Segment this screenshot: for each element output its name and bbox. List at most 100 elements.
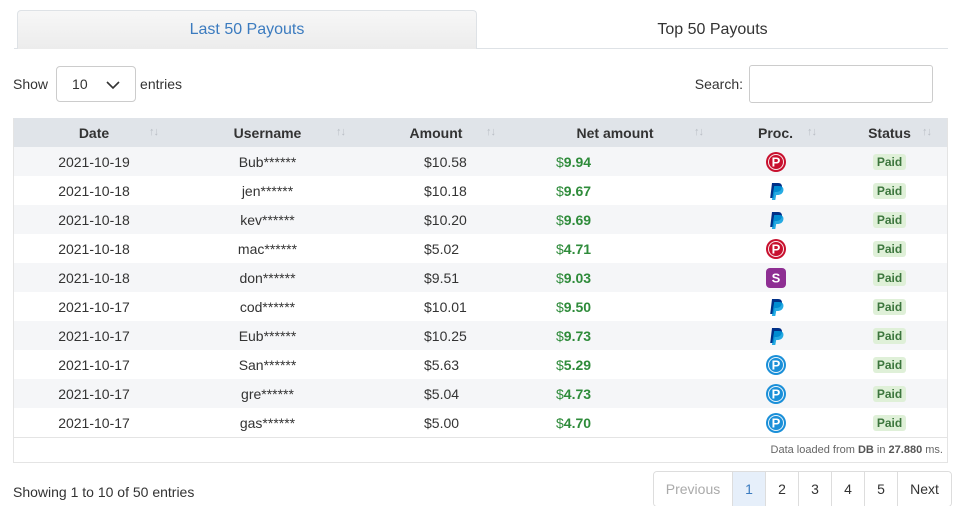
- cell-status: Paid: [832, 234, 947, 263]
- svg-text:P: P: [771, 241, 780, 256]
- entries-label: entries: [140, 76, 183, 92]
- table-row: 2021-10-17 cod****** $10.01 $9.50 Paid: [14, 292, 947, 321]
- cell-date: 2021-10-18: [14, 205, 174, 234]
- cell-status: Paid: [832, 205, 947, 234]
- cell-username: gas******: [174, 408, 361, 437]
- p-red-icon: P: [765, 151, 786, 172]
- table-row: 2021-10-18 kev****** $10.20 $9.69 Paid: [14, 205, 947, 234]
- status-badge: Paid: [872, 299, 907, 315]
- table-divider: [14, 437, 947, 438]
- sort-icon: ↑↓: [694, 126, 704, 138]
- column-header-username[interactable]: Username ↑↓: [174, 118, 361, 147]
- cell-date: 2021-10-18: [14, 263, 174, 292]
- sort-icon: ↑↓: [486, 126, 496, 138]
- status-badge: Paid: [872, 386, 907, 402]
- status-badge: Paid: [872, 154, 907, 170]
- cell-date: 2021-10-19: [14, 147, 174, 176]
- search-input[interactable]: [749, 65, 933, 103]
- svg-text:P: P: [771, 357, 780, 372]
- status-badge: Paid: [872, 270, 907, 286]
- paypal-icon: [766, 181, 786, 200]
- page-button-1[interactable]: 1: [732, 472, 765, 506]
- cell-amount: $10.58: [361, 147, 511, 176]
- cell-processor: P: [719, 350, 832, 379]
- tab-top-50-payouts[interactable]: Top 50 Payouts: [477, 10, 948, 49]
- cell-amount: $5.04: [361, 379, 511, 408]
- status-badge: Paid: [872, 415, 907, 431]
- table-header-row: Date ↑↓ Username ↑↓ Amount ↑↓ Net amount ↑↓ …: [14, 118, 947, 147]
- column-header-amount[interactable]: Amount ↑↓: [361, 118, 511, 147]
- cell-date: 2021-10-18: [14, 234, 174, 263]
- column-header-date[interactable]: Date ↑↓: [14, 118, 174, 147]
- status-badge: Paid: [872, 183, 907, 199]
- cell-date: 2021-10-17: [14, 379, 174, 408]
- cell-amount: $5.00: [361, 408, 511, 437]
- p-red-icon: P: [765, 238, 786, 259]
- cell-username: gre******: [174, 379, 361, 408]
- page-button-3[interactable]: 3: [798, 472, 831, 506]
- page-button-4[interactable]: 4: [831, 472, 864, 506]
- cell-username: Eub******: [174, 321, 361, 350]
- column-header-net-amount[interactable]: Net amount ↑↓: [511, 118, 719, 147]
- cell-net-amount: $4.73: [511, 379, 719, 408]
- cell-username: kev******: [174, 205, 361, 234]
- sort-icon: ↑↓: [922, 126, 932, 138]
- table-row: 2021-10-17 Eub****** $10.25 $9.73 Paid: [14, 321, 947, 350]
- cell-date: 2021-10-17: [14, 292, 174, 321]
- cell-net-amount: $9.67: [511, 176, 719, 205]
- search-label: Search:: [694, 76, 743, 92]
- cell-processor: S: [719, 263, 832, 292]
- cell-processor: [719, 292, 832, 321]
- previous-page-button[interactable]: Previous: [654, 472, 732, 506]
- cell-processor: P: [719, 379, 832, 408]
- status-badge: Paid: [872, 328, 907, 344]
- cell-status: Paid: [832, 176, 947, 205]
- table-row: 2021-10-19 Bub****** $10.58 $9.94 P Paid: [14, 147, 947, 176]
- cell-username: jen******: [174, 176, 361, 205]
- next-page-button[interactable]: Next: [897, 472, 951, 506]
- entries-length-control: Show 10 entries: [13, 66, 182, 102]
- cell-amount: $10.18: [361, 176, 511, 205]
- svg-text:P: P: [771, 154, 780, 169]
- cell-net-amount: $9.03: [511, 263, 719, 292]
- table-row: 2021-10-18 jen****** $10.18 $9.67 Paid: [14, 176, 947, 205]
- cell-processor: P: [719, 408, 832, 437]
- chevron-down-icon: [106, 81, 120, 90]
- payouts-table-container: Date ↑↓ Username ↑↓ Amount ↑↓ Net amount ↑↓ …: [13, 118, 948, 463]
- entries-select[interactable]: 10: [56, 66, 137, 102]
- cell-status: Paid: [832, 147, 947, 176]
- page-button-5[interactable]: 5: [864, 472, 897, 506]
- cell-net-amount: $5.29: [511, 350, 719, 379]
- cell-date: 2021-10-17: [14, 408, 174, 437]
- status-badge: Paid: [872, 241, 907, 257]
- cell-net-amount: $9.73: [511, 321, 719, 350]
- cell-status: Paid: [832, 379, 947, 408]
- cell-username: cod******: [174, 292, 361, 321]
- pagination: Previous 1 2 3 4 5 Next: [653, 471, 952, 506]
- cell-status: Paid: [832, 292, 947, 321]
- page-button-2[interactable]: 2: [765, 472, 798, 506]
- column-header-proc[interactable]: Proc. ↑↓: [719, 118, 832, 147]
- cell-processor: P: [719, 147, 832, 176]
- p-blue-icon: P: [765, 412, 786, 433]
- table-row: 2021-10-17 gre****** $5.04 $4.73 P Paid: [14, 379, 947, 408]
- paypal-icon: [766, 210, 786, 229]
- tab-last-50-payouts[interactable]: Last 50 Payouts: [17, 10, 477, 49]
- entries-select-value: 10: [72, 76, 88, 92]
- paypal-icon: [766, 326, 786, 345]
- cell-status: Paid: [832, 350, 947, 379]
- svg-text:S: S: [771, 270, 780, 285]
- cell-status: Paid: [832, 263, 947, 292]
- sort-icon: ↑↓: [336, 126, 346, 138]
- column-header-status[interactable]: Status ↑↓: [832, 118, 947, 147]
- cell-username: mac******: [174, 234, 361, 263]
- cell-amount: $5.63: [361, 350, 511, 379]
- payout-tabs: Last 50 Payouts Top 50 Payouts: [14, 10, 948, 49]
- cell-processor: [719, 205, 832, 234]
- cell-net-amount: $9.50: [511, 292, 719, 321]
- cell-amount: $10.01: [361, 292, 511, 321]
- status-badge: Paid: [872, 212, 907, 228]
- payouts-table: Date ↑↓ Username ↑↓ Amount ↑↓ Net amount ↑↓ …: [14, 118, 947, 437]
- cell-processor: P: [719, 234, 832, 263]
- svg-text:P: P: [771, 386, 780, 401]
